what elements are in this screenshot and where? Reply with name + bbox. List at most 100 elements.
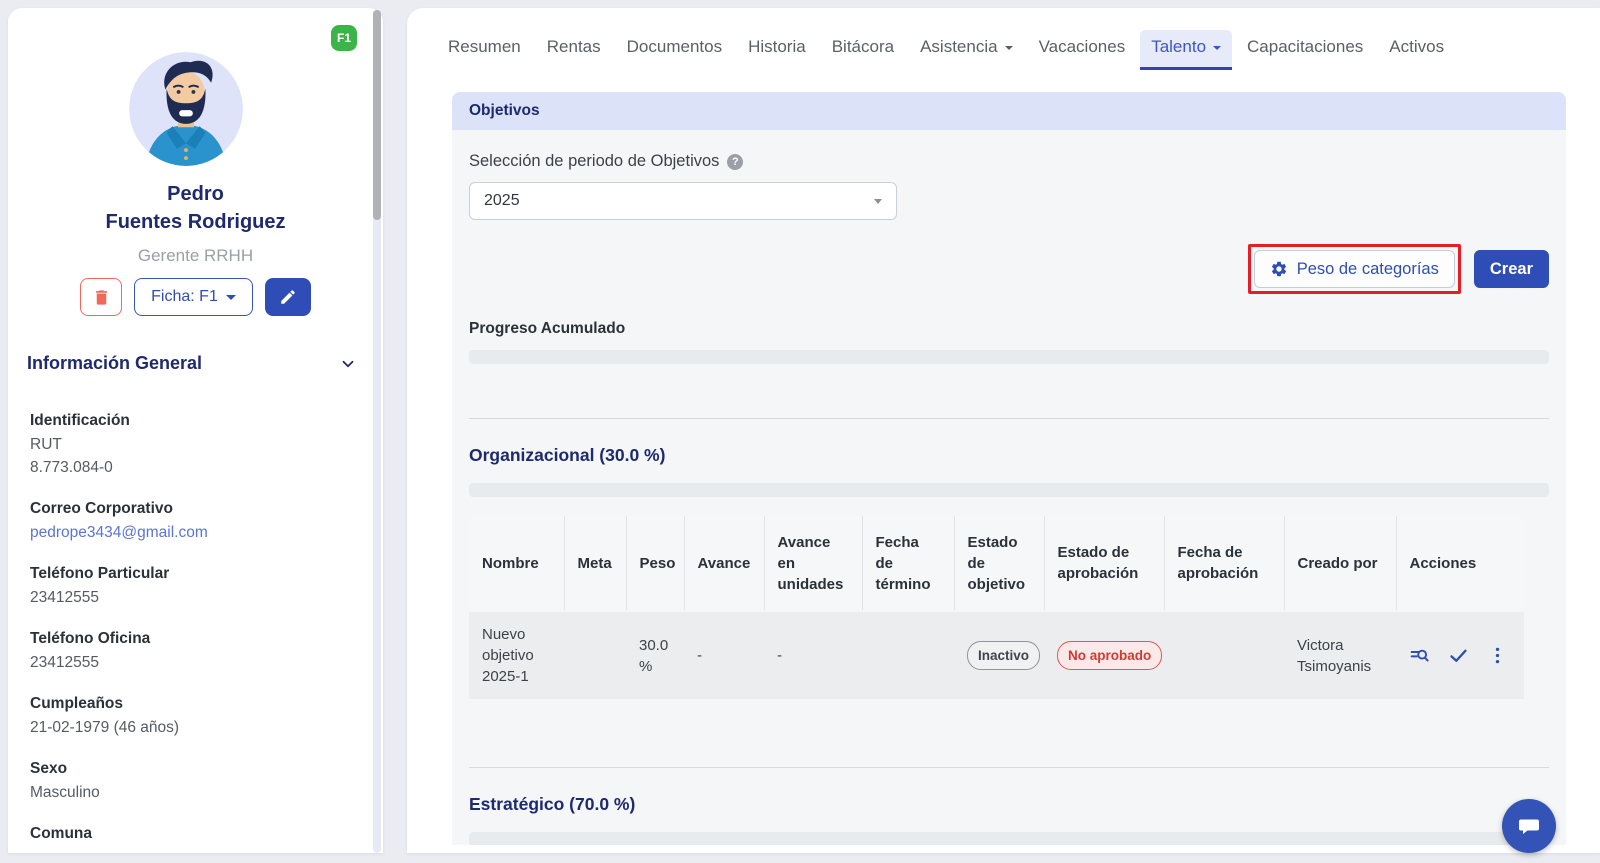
employee-detail-panel: Resumen Rentas Documentos Historia Bitácora A…	[407, 8, 1600, 853]
profile-actions: Ficha: F1	[8, 278, 383, 316]
field-correo-corporativo: Correo Corporativopedrope3434@gmail.com	[30, 496, 363, 544]
col-fecha-de-aprobacion: Fecha de aprobación	[1164, 516, 1284, 611]
period-select-label: Selección de periodo de Objetivos	[469, 152, 719, 171]
delete-employee-button[interactable]	[80, 278, 122, 316]
field-value: 21-02-1979 (46 años)	[30, 716, 363, 739]
tab-documentos[interactable]: Documentos	[616, 30, 733, 70]
divider	[469, 418, 1549, 419]
tab-bitacora[interactable]: Bitácora	[821, 30, 905, 70]
field-value: 23412555	[30, 586, 363, 609]
cell-avance: -	[684, 611, 764, 699]
create-objective-button[interactable]: Crear	[1474, 250, 1549, 288]
cell-peso: 30.0 %	[626, 611, 684, 699]
avatar	[129, 52, 243, 166]
sidebar-scrollbar[interactable]	[373, 10, 381, 220]
tab-label: Bitácora	[832, 37, 894, 57]
employee-role: Gerente RRHH	[8, 246, 383, 266]
field-telefono-particular: Teléfono Particular23412555	[30, 561, 363, 609]
field-value: Masculino	[30, 781, 363, 804]
period-select-label-row: Selección de periodo de Objetivos ?	[469, 152, 1549, 171]
objetivos-panel-body: Selección de periodo de Objetivos ? 2025…	[452, 152, 1566, 845]
employee-name: Pedro Fuentes Rodriguez	[8, 180, 383, 236]
col-fecha-de-termino: Fecha de término	[862, 516, 954, 611]
col-avance-en-unidades: Avance en unidades	[764, 516, 862, 611]
objective-status-badge: Inactivo	[967, 641, 1040, 670]
cell-fecha-de-termino	[862, 611, 954, 699]
tab-talento[interactable]: Talento	[1140, 30, 1232, 70]
field-comuna: Comuna	[30, 821, 363, 846]
caret-down-icon	[226, 295, 236, 300]
field-label: Comuna	[30, 821, 363, 846]
organizacional-section-title: Organizacional (30.0 %)	[469, 445, 1549, 466]
field-value: RUT	[30, 433, 363, 456]
tab-rentas[interactable]: Rentas	[536, 30, 612, 70]
field-telefono-oficina: Teléfono Oficina23412555	[30, 626, 363, 674]
col-nombre: Nombre	[469, 516, 564, 611]
category-weights-button[interactable]: Peso de categorías	[1254, 250, 1455, 288]
employee-first-name: Pedro	[8, 180, 383, 208]
estrategico-progress-bar	[469, 832, 1549, 845]
field-identificacion: IdentificaciónRUT8.773.084-0	[30, 408, 363, 479]
tab-vacaciones[interactable]: Vacaciones	[1028, 30, 1137, 70]
accumulated-progress-label: Progreso Acumulado	[469, 320, 1549, 338]
estrategico-section-title: Estratégico (70.0 %)	[469, 794, 1549, 815]
objectives-table: NombreMetaPesoAvanceAvance en unidadesFe…	[469, 516, 1524, 699]
chat-bubble-icon	[1517, 814, 1541, 838]
col-creado-por: Creado por	[1284, 516, 1396, 611]
approve-check-icon[interactable]	[1448, 645, 1469, 666]
objetivos-actions-row: Peso de categorías Crear	[469, 244, 1549, 294]
field-label: Identificación	[30, 408, 363, 433]
cell-estado-de-objetivo: Inactivo	[954, 611, 1044, 699]
cell-avance-en-unidades: -	[764, 611, 862, 699]
employee-profile-sidebar: F1 Pedro Fuente	[8, 8, 383, 853]
caret-down-icon	[874, 199, 882, 204]
caret-down-icon	[1005, 46, 1013, 50]
cell-creado-por: Victora Tsimoyanis	[1284, 611, 1396, 699]
tab-label: Documentos	[627, 37, 722, 57]
detail-search-icon[interactable]	[1409, 645, 1430, 666]
cell-fecha-de-aprobacion	[1164, 611, 1284, 699]
help-icon[interactable]: ?	[727, 154, 743, 170]
field-label: Teléfono Particular	[30, 561, 363, 586]
tab-label: Historia	[748, 37, 806, 57]
tab-capacitaciones[interactable]: Capacitaciones	[1236, 30, 1374, 70]
tab-label: Talento	[1151, 37, 1206, 57]
col-peso: Peso	[626, 516, 684, 611]
field-label: Correo Corporativo	[30, 496, 363, 521]
field-cumpleanos: Cumpleaños21-02-1979 (46 años)	[30, 691, 363, 739]
profile-tabs: Resumen Rentas Documentos Historia Bitácora A…	[407, 8, 1600, 70]
chevron-down-icon	[339, 355, 357, 373]
employee-last-name: Fuentes Rodriguez	[8, 208, 383, 236]
pencil-icon	[279, 288, 297, 306]
tab-label: Asistencia	[920, 37, 997, 57]
chat-fab[interactable]	[1502, 799, 1556, 853]
col-estado-de-aprobacion: Estado de aprobación	[1044, 516, 1164, 611]
sidebar-scrollbar-track	[373, 10, 381, 853]
general-info-fields: IdentificaciónRUT8.773.084-0 Correo Corpo…	[30, 408, 363, 863]
email-link[interactable]: pedrope3434@gmail.com	[30, 521, 363, 544]
caret-down-icon	[1213, 46, 1221, 50]
cell-nombre: Nuevo objetivo 2025-1	[469, 611, 564, 699]
tab-label: Rentas	[547, 37, 601, 57]
ficha-dropdown-button[interactable]: Ficha: F1	[134, 278, 253, 316]
tab-activos[interactable]: Activos	[1378, 30, 1455, 70]
cell-meta	[564, 611, 626, 699]
table-row: Nuevo objetivo 2025-130.0 %--InactivoNo …	[469, 611, 1524, 699]
trash-icon	[92, 288, 111, 307]
field-label: Cumpleaños	[30, 691, 363, 716]
tab-historia[interactable]: Historia	[737, 30, 817, 70]
col-estado-de-objetivo: Estado de objetivo	[954, 516, 1044, 611]
col-meta: Meta	[564, 516, 626, 611]
kebab-menu-icon[interactable]	[1487, 645, 1508, 666]
general-info-section-toggle[interactable]: Información General	[27, 353, 357, 374]
col-acciones: Acciones	[1396, 516, 1524, 611]
cell-acciones	[1396, 611, 1524, 699]
tab-asistencia[interactable]: Asistencia	[909, 30, 1023, 70]
col-avance: Avance	[684, 516, 764, 611]
tab-label: Activos	[1389, 37, 1444, 57]
edit-employee-button[interactable]	[265, 278, 311, 316]
period-select[interactable]: 2025	[469, 182, 897, 220]
highlight-annotation: Peso de categorías	[1248, 244, 1461, 294]
tab-resumen[interactable]: Resumen	[437, 30, 532, 70]
objetivos-panel-header: Objetivos	[452, 92, 1566, 130]
